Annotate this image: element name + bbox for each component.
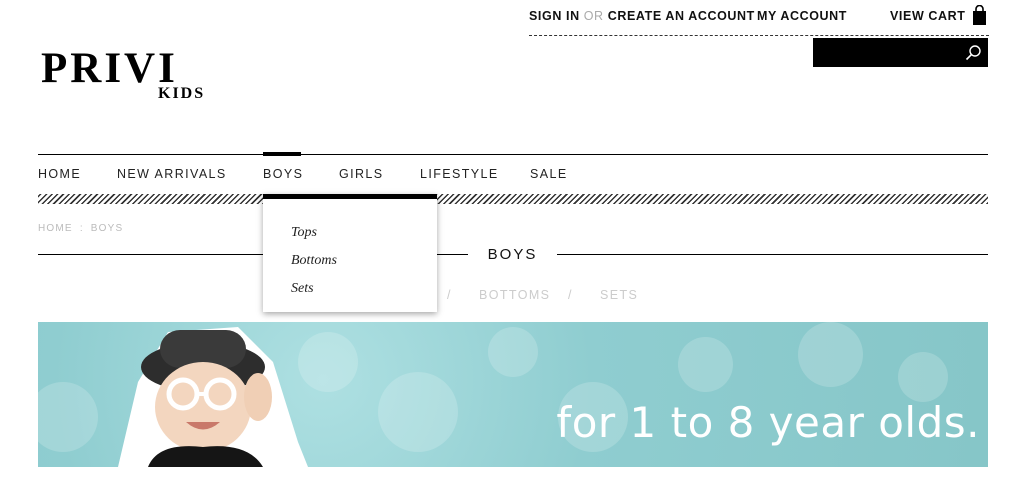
bokeh-decoration <box>38 382 98 452</box>
nav-item-new-arrivals[interactable]: NEW ARRIVALS <box>117 167 227 181</box>
hero-banner[interactable]: for 1 to 8 year olds. <box>38 322 988 467</box>
dropdown-item-bottoms[interactable]: Bottoms <box>291 253 337 269</box>
search-icon[interactable] <box>965 44 982 61</box>
bokeh-decoration <box>378 372 458 452</box>
my-account-link[interactable]: MY ACCOUNT <box>757 9 847 23</box>
logo-brand[interactable]: PRIVI <box>41 47 178 90</box>
nav-active-indicator <box>263 152 301 156</box>
nav-divider <box>38 154 988 155</box>
nav-item-home[interactable]: HOME <box>38 167 81 181</box>
bokeh-decoration <box>798 322 863 387</box>
bokeh-decoration <box>678 337 733 392</box>
title-rule-right <box>557 254 988 255</box>
banner-tagline: for 1 to 8 year olds. <box>556 398 980 447</box>
breadcrumb: HOME: BOYS <box>38 223 123 234</box>
nav-item-boys[interactable]: BOYS <box>263 167 303 181</box>
search-input[interactable] <box>813 38 988 67</box>
breadcrumb-current: BOYS <box>90 223 124 234</box>
subnav-sets[interactable]: SETS <box>600 288 638 302</box>
breadcrumb-home[interactable]: HOME <box>38 223 73 234</box>
subnav-bottoms[interactable]: BOTTOMS <box>479 288 550 302</box>
nav-item-sale[interactable]: SALE <box>530 167 568 181</box>
child-photo <box>118 327 308 467</box>
sign-in-link[interactable]: SIGN IN <box>529 9 580 23</box>
account-links: SIGN IN OR CREATE AN ACCOUNT <box>529 9 755 23</box>
nav-item-girls[interactable]: GIRLS <box>339 167 384 181</box>
utility-bar: SIGN IN OR CREATE AN ACCOUNT MY ACCOUNT VI… <box>529 5 989 29</box>
logo-sub[interactable]: KIDS <box>158 85 205 103</box>
nav-item-lifestyle[interactable]: LIFESTYLE <box>420 167 499 181</box>
page-title: BOYS <box>487 246 538 263</box>
shopping-bag-icon[interactable] <box>972 5 987 25</box>
view-cart-link[interactable]: VIEW CART <box>890 9 966 23</box>
bokeh-decoration <box>898 352 948 402</box>
subnav-separator: / <box>568 288 573 302</box>
breadcrumb-separator: : <box>79 223 84 234</box>
subnav-separator: / <box>447 288 452 302</box>
dropdown-item-tops[interactable]: Tops <box>291 225 317 241</box>
create-account-link[interactable]: CREATE AN ACCOUNT <box>608 9 755 23</box>
bokeh-decoration <box>488 327 538 377</box>
dropdown-item-sets[interactable]: Sets <box>291 281 314 297</box>
or-separator: OR <box>583 9 604 23</box>
boys-dropdown-menu: Tops Bottoms Sets <box>263 194 437 312</box>
utility-divider <box>529 35 989 36</box>
nav-hatched-divider <box>38 194 988 204</box>
